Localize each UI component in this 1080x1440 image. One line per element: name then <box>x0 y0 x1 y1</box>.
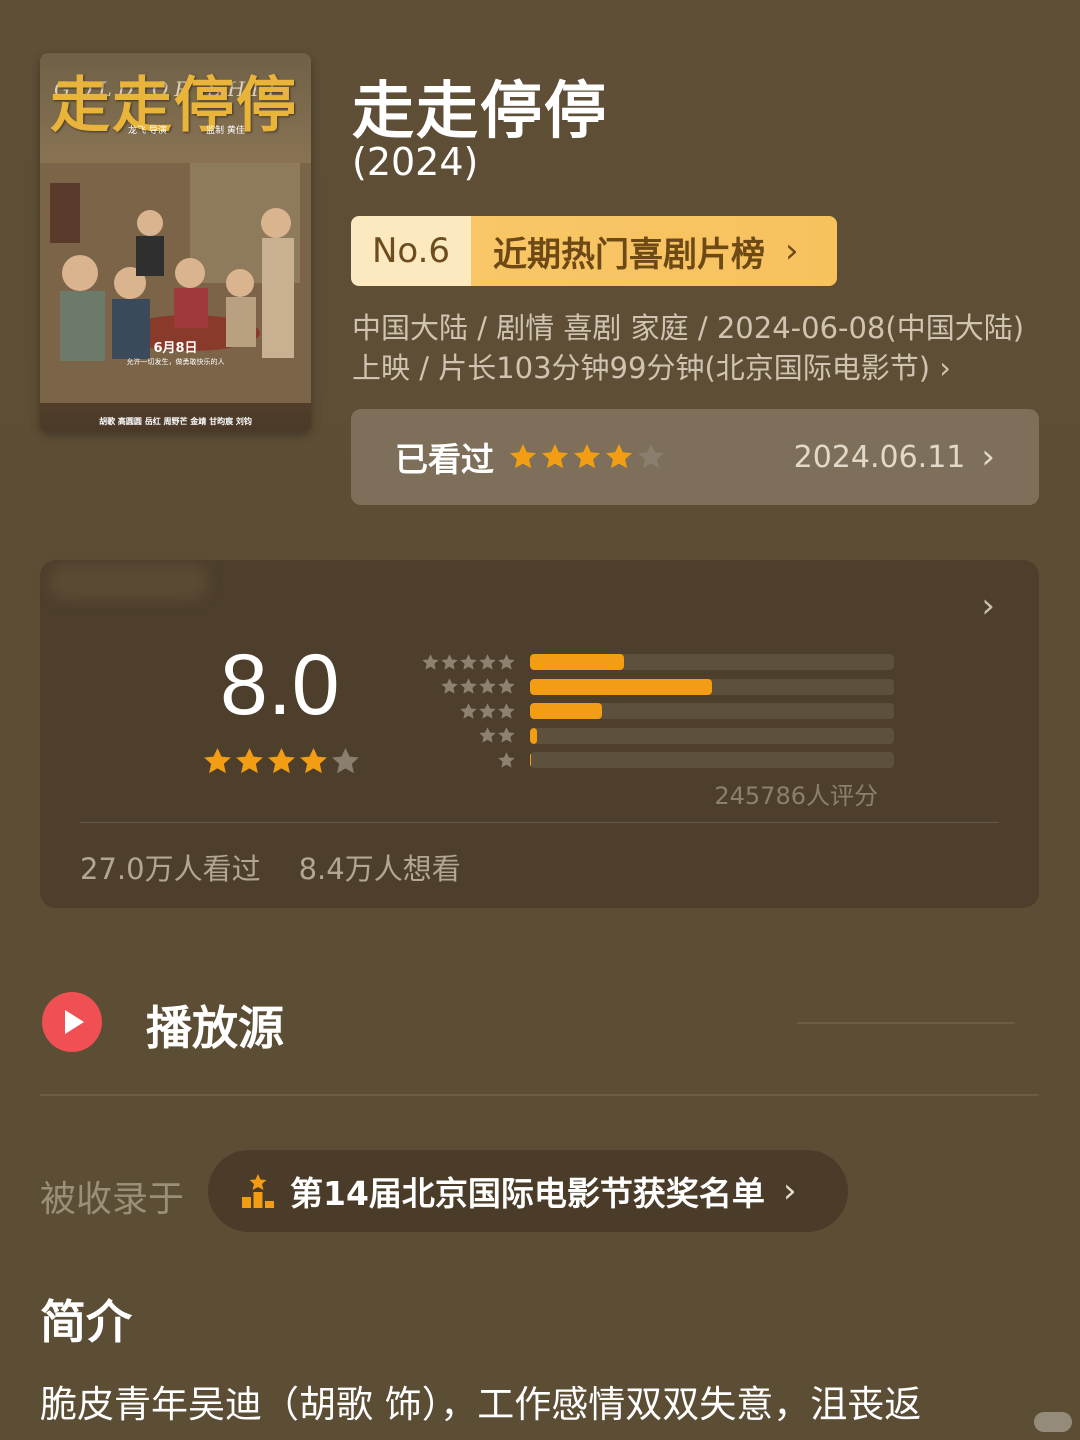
star-filled-icon <box>574 443 600 469</box>
distribution-row <box>394 650 894 675</box>
distribution-star-label <box>394 677 530 696</box>
movie-year: (2024) <box>352 140 479 184</box>
audience-stats: 27.0万人看过 8.4万人想看 <box>80 846 461 888</box>
chevron-right-icon: › <box>782 1171 797 1211</box>
star-grey-icon <box>459 702 477 719</box>
poster-title: 走走停停 <box>50 71 298 141</box>
watched-status-bar[interactable]: 已看过 2024.06.11 › <box>351 409 1039 505</box>
watched-count[interactable]: 27.0万人看过 <box>80 846 261 888</box>
star-grey-icon <box>497 751 515 768</box>
blurred-label <box>48 564 208 600</box>
star-filled-icon <box>606 443 632 469</box>
star-grey-icon <box>421 653 439 670</box>
distribution-bar-fill <box>529 727 537 744</box>
star-empty-icon <box>332 747 359 774</box>
star-grey-icon <box>440 678 458 694</box>
rating-vote-count: 245786人评分 <box>714 782 878 810</box>
rank-number: No.6 <box>351 216 471 286</box>
poster-release-date: 6月8日 <box>153 341 198 356</box>
watched-date: 2024.06.11 <box>793 439 966 475</box>
distribution-bar-fill <box>529 678 712 695</box>
distribution-star-label <box>394 653 530 672</box>
star-empty-icon <box>638 443 664 469</box>
intro-text: 脆皮青年吴迪（胡歌 饰），工作感情双双失意，沮丧返 <box>40 1383 922 1426</box>
collection-list-name: 第14届北京国际电影节获奖名单 <box>290 1174 765 1213</box>
star-filled-icon <box>268 747 295 774</box>
distribution-row <box>394 699 894 724</box>
watermark-logo <box>1034 1412 1072 1432</box>
distribution-star-label <box>394 751 530 770</box>
rating-score: 8.0 <box>220 637 340 733</box>
collection-pill[interactable]: 第14届北京国际电影节获奖名单 › <box>208 1150 848 1232</box>
distribution-bar-fill <box>529 703 603 720</box>
distribution-bar-fill <box>529 752 532 769</box>
divider <box>80 822 999 823</box>
play-source-row[interactable]: 播放源 <box>40 990 1039 1055</box>
star-filled-icon <box>300 747 327 774</box>
star-grey-icon <box>478 653 496 670</box>
user-rating-stars <box>508 442 666 472</box>
star-filled-icon <box>542 443 568 469</box>
chevron-right-icon[interactable]: › <box>981 586 995 626</box>
poster-scene-illustration <box>40 163 311 403</box>
distribution-star-label <box>394 726 530 745</box>
distribution-bar-track <box>529 678 894 695</box>
star-grey-icon <box>497 678 515 694</box>
poster-tagline: 允许一切发生，做勇敢快乐的人 <box>126 358 225 366</box>
distribution-row <box>394 675 894 700</box>
distribution-star-label <box>394 702 530 721</box>
meta-line-2: 上映 / 片长103分钟99分钟(北京国际电影节) › <box>352 351 951 385</box>
star-grey-icon <box>459 678 477 694</box>
meta-line-1: 中国大陆 / 剧情 喜剧 家庭 / 2024-06-08(中国大陆) <box>352 311 1025 345</box>
chevron-right-icon: › <box>785 231 799 271</box>
star-grey-icon <box>440 653 458 670</box>
rating-distribution <box>394 650 894 773</box>
movie-poster[interactable]: GOLD OR SHIT 走走停停 龙飞 导演 监制 黄佳 6月8日 允许一切发… <box>40 53 311 431</box>
star-filled-icon <box>510 443 536 469</box>
play-source-label: 播放源 <box>146 1001 284 1055</box>
collection-label: 被收录于 <box>40 1179 185 1220</box>
distribution-row <box>394 748 894 773</box>
star-filled-icon <box>236 747 263 774</box>
ranking-badge[interactable]: No.6 近期热门喜剧片榜 › <box>351 216 837 286</box>
want-count[interactable]: 8.4万人想看 <box>299 846 461 888</box>
distribution-bar-fill <box>529 654 625 671</box>
distribution-bar-track <box>529 654 894 671</box>
divider <box>40 1094 1039 1096</box>
movie-meta[interactable]: 中国大陆 / 剧情 喜剧 家庭 / 2024-06-08(中国大陆) 上映 / … <box>352 308 1052 388</box>
distribution-row <box>394 724 894 749</box>
rank-list-label: 近期热门喜剧片榜 <box>493 234 765 275</box>
watched-label: 已看过 <box>395 440 494 479</box>
poster-producer-credit: 监制 黄佳 <box>206 126 245 136</box>
rank-list-name: 近期热门喜剧片榜 › <box>471 216 837 286</box>
play-source-placeholder-line <box>797 1022 1015 1024</box>
distribution-bar-track <box>529 703 894 720</box>
ranking-podium-icon <box>242 1174 274 1208</box>
movie-title: 走走停停 <box>352 74 609 147</box>
star-grey-icon <box>497 727 515 743</box>
intro-heading: 简介 <box>40 1295 132 1349</box>
chevron-right-icon: › <box>981 437 995 477</box>
rating-stars <box>202 746 361 777</box>
poster-director-credit: 龙飞 导演 <box>128 126 167 136</box>
poster-cast: 胡歌 高圆圆 岳红 周野芒 金靖 甘昀宸 刘钧 <box>99 417 252 426</box>
star-filled-icon <box>204 747 231 774</box>
star-grey-icon <box>478 702 496 719</box>
distribution-bar-track <box>529 752 894 769</box>
star-grey-icon <box>497 653 515 670</box>
star-grey-icon <box>478 727 496 743</box>
rating-card[interactable]: › 8.0 245786人评分 27.0万人看过 8.4万人想看 <box>40 560 1039 908</box>
star-grey-icon <box>497 702 515 719</box>
star-grey-icon <box>478 678 496 694</box>
distribution-bar-track <box>529 727 894 744</box>
star-grey-icon <box>459 653 477 670</box>
play-icon <box>42 992 102 1052</box>
